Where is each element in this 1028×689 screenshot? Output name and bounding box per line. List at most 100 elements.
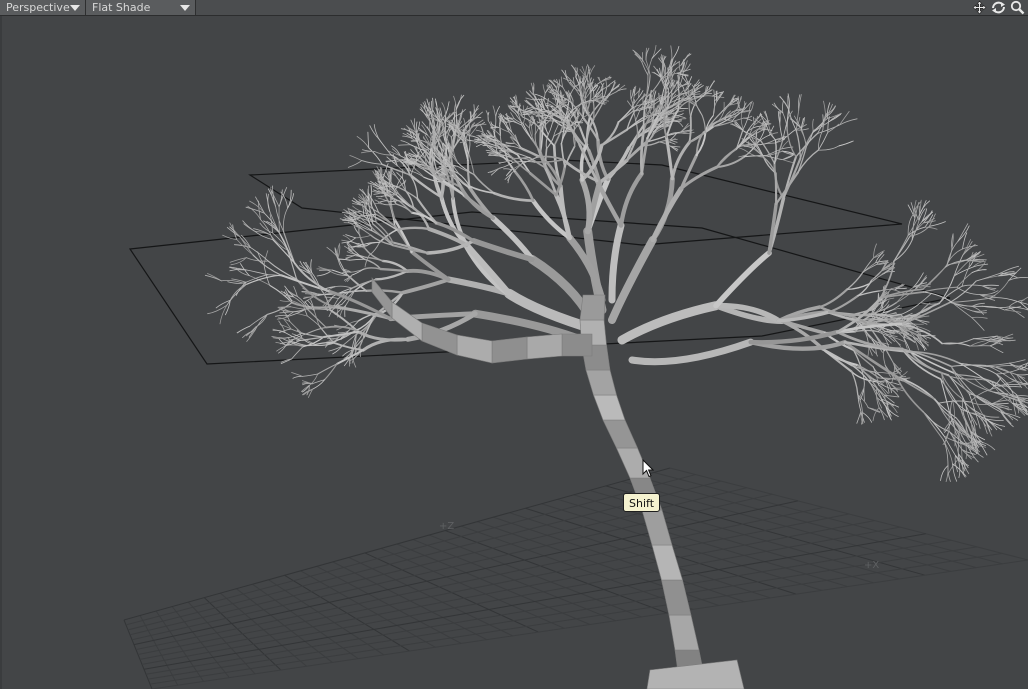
trunk-segment xyxy=(593,394,626,421)
grid-line xyxy=(123,467,671,621)
branch xyxy=(957,223,969,242)
branch xyxy=(828,294,860,314)
branch xyxy=(1008,277,1028,281)
branch xyxy=(971,316,988,319)
branch xyxy=(827,123,840,133)
branch xyxy=(328,308,360,333)
branch xyxy=(574,67,577,78)
branch xyxy=(782,112,788,131)
branch xyxy=(854,329,880,333)
branch xyxy=(821,347,854,367)
branch xyxy=(989,345,1004,353)
branch xyxy=(823,100,826,116)
branch xyxy=(645,74,649,99)
branch xyxy=(254,314,268,332)
branch xyxy=(952,399,955,422)
view-type-label: Perspective xyxy=(6,1,70,14)
view-type-dropdown[interactable]: Perspective xyxy=(0,0,86,15)
branch xyxy=(838,140,854,147)
branch xyxy=(953,254,964,277)
branch xyxy=(982,284,999,287)
z-axis-label: +Z xyxy=(439,521,455,532)
branch xyxy=(799,131,814,159)
branch xyxy=(1009,359,1026,364)
shading-mode-dropdown[interactable]: Flat Shade xyxy=(86,0,196,15)
grid-line xyxy=(145,539,952,675)
branch xyxy=(782,154,795,160)
scene-canvas xyxy=(123,45,1028,689)
branch xyxy=(547,125,552,135)
perspective-viewport[interactable]: +Z +X Shift xyxy=(0,16,1028,689)
branch xyxy=(817,131,829,151)
branch xyxy=(650,186,684,243)
branch xyxy=(278,206,280,234)
branch xyxy=(635,110,641,121)
branch xyxy=(291,346,304,360)
branch xyxy=(976,397,1001,410)
move-view-icon[interactable] xyxy=(971,0,988,15)
branch xyxy=(676,68,691,74)
branch xyxy=(651,48,662,59)
branch xyxy=(608,222,625,304)
branch xyxy=(668,141,676,145)
branch xyxy=(863,387,865,401)
branch xyxy=(255,196,265,214)
branch xyxy=(475,142,486,148)
branch xyxy=(893,239,913,262)
branch xyxy=(969,340,988,347)
branch xyxy=(782,100,784,114)
branch xyxy=(291,372,303,377)
branch xyxy=(579,177,593,235)
limb-segment xyxy=(561,333,593,357)
grid-line xyxy=(125,474,696,626)
limb-segment xyxy=(456,334,493,364)
branch xyxy=(356,136,370,149)
branch xyxy=(375,195,387,197)
limb-segment xyxy=(391,301,423,342)
branch xyxy=(301,332,325,338)
grid-line xyxy=(147,546,977,680)
branch xyxy=(949,280,977,303)
shading-mode-label: Flat Shade xyxy=(92,1,151,14)
branch xyxy=(943,420,952,432)
branch xyxy=(369,125,380,140)
branch xyxy=(305,308,331,311)
branch xyxy=(1003,309,1022,313)
branch xyxy=(243,223,255,232)
trunk-segment xyxy=(661,579,692,616)
rotate-view-icon[interactable] xyxy=(990,0,1007,15)
branch xyxy=(740,112,744,130)
branch xyxy=(316,271,331,277)
grid-line xyxy=(149,552,1003,685)
branch xyxy=(812,118,814,132)
trunk-segment xyxy=(585,369,617,396)
branch xyxy=(385,200,399,202)
branch xyxy=(760,140,776,165)
branch xyxy=(534,93,546,100)
branch xyxy=(753,116,755,126)
branch xyxy=(428,119,431,132)
branch xyxy=(641,52,644,63)
mouse-cursor-icon xyxy=(642,458,655,483)
branch xyxy=(513,118,524,125)
branch xyxy=(739,147,750,154)
branch xyxy=(349,155,363,161)
branch xyxy=(983,415,1000,418)
zoom-view-icon[interactable] xyxy=(1009,0,1026,15)
branch xyxy=(991,402,1009,405)
branch xyxy=(779,122,784,141)
branch xyxy=(678,61,681,73)
branch xyxy=(377,197,387,202)
branch xyxy=(812,117,828,133)
branch xyxy=(539,124,542,154)
branch xyxy=(878,407,885,421)
branch xyxy=(800,128,807,148)
branch xyxy=(416,197,438,225)
branch xyxy=(971,317,985,331)
branch xyxy=(920,292,932,304)
branch xyxy=(618,171,644,228)
branch xyxy=(779,96,789,110)
branch xyxy=(986,362,1010,366)
branch xyxy=(486,111,489,122)
x-axis-label: +X xyxy=(864,560,880,571)
